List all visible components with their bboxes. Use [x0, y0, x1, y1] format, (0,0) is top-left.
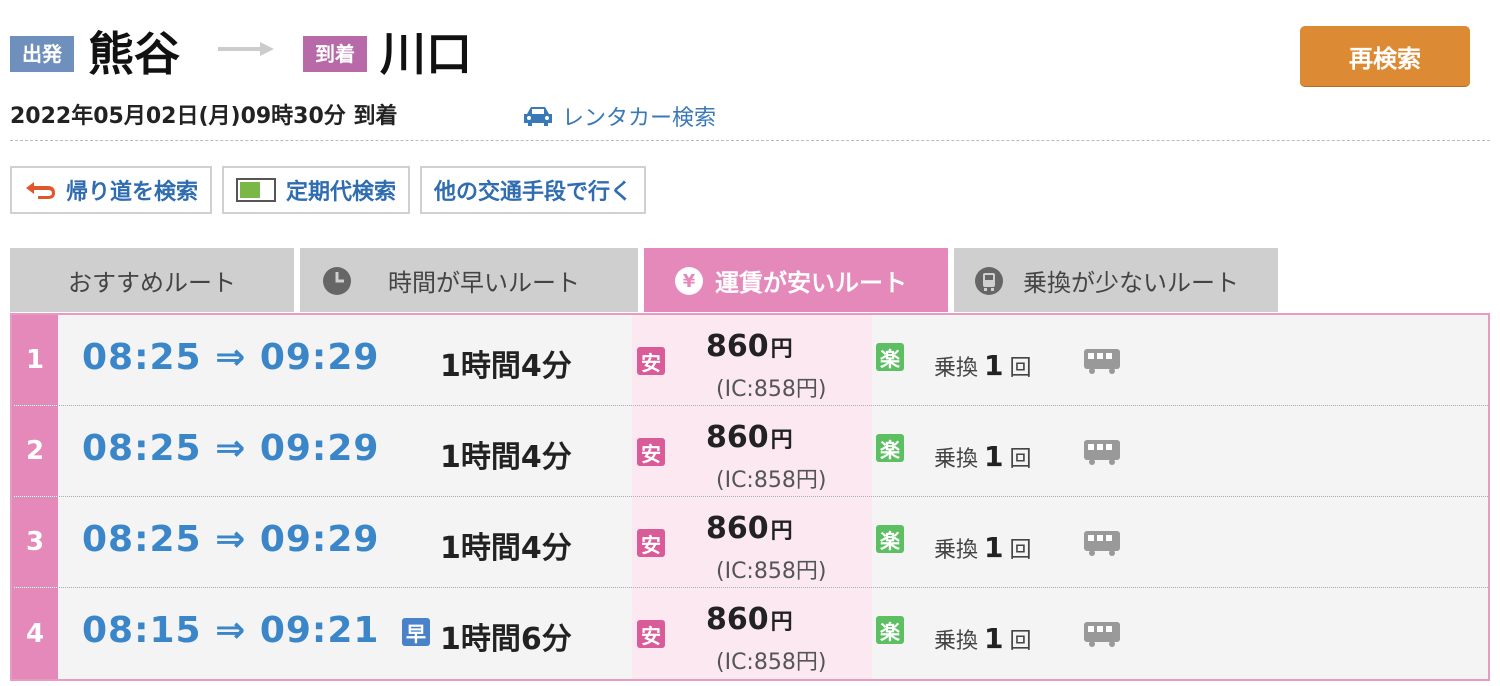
transfer-count: 乗換 1 回 — [934, 349, 1032, 382]
fare-unit: 円 — [770, 519, 793, 544]
route-fare: 860円 — [706, 329, 793, 364]
route-times[interactable]: 08:15 ⇒ 09:21 — [82, 610, 379, 651]
route-number: 4 — [12, 588, 58, 679]
route-fare: 860円 — [706, 511, 793, 546]
route-row[interactable]: 2 08:25 ⇒ 09:29 1時間4分 安 860円 (IC:858円) 楽… — [12, 406, 1488, 497]
commuter-pass-button[interactable]: 定期代検索 — [222, 166, 411, 214]
right-arrow-icon — [218, 42, 274, 56]
fare-unit: 円 — [770, 610, 793, 635]
svg-text:¥: ¥ — [683, 271, 696, 292]
route-times[interactable]: 08:25 ⇒ 09:29 — [82, 519, 379, 560]
clock-icon — [323, 267, 351, 295]
cheap-badge-icon: 安 — [637, 347, 665, 375]
transfer-number: 1 — [984, 349, 1004, 382]
route-row[interactable]: 3 08:25 ⇒ 09:29 1時間4分 安 860円 (IC:858円) 楽… — [12, 497, 1488, 588]
easy-badge-icon: 楽 — [876, 616, 904, 644]
train-icon — [1084, 622, 1120, 647]
transfer-unit: 回 — [1009, 447, 1032, 472]
commuter-pass-label: 定期代検索 — [286, 180, 397, 205]
tab-label: 運賃が安いルート — [715, 268, 907, 297]
search-summary-header: 出発 熊谷 到着 川口 再検索 2022年05月02日(月)09時30分 到着 … — [0, 0, 1500, 141]
route-sort-tabs: おすすめルート 時間が早いルート ¥ 運賃が安いルート 乗換が少ないルート — [10, 248, 1284, 312]
return-route-label: 帰り道を検索 — [66, 180, 199, 205]
return-arrow-icon — [24, 180, 56, 200]
rental-car-link[interactable]: レンタカー検索 — [522, 100, 716, 132]
fare-value: 860 — [706, 329, 769, 364]
ic-fare: (IC:858円) — [716, 650, 827, 675]
cheap-badge-icon: 安 — [637, 529, 665, 557]
route-duration: 1時間4分 — [440, 440, 572, 475]
easy-badge-icon: 楽 — [876, 343, 904, 371]
route-duration: 1時間6分 — [440, 622, 572, 657]
tab-recommended[interactable]: おすすめルート — [10, 248, 294, 312]
arrival-tag: 到着 — [303, 36, 367, 72]
ic-fare: (IC:858円) — [716, 559, 827, 584]
transfer-number: 1 — [984, 622, 1004, 655]
route-results-table: 1 08:25 ⇒ 09:29 1時間4分 安 860円 (IC:858円) 楽… — [10, 313, 1490, 681]
arrival-station: 川口 — [380, 27, 472, 81]
car-icon — [524, 107, 552, 126]
cheap-badge-icon: 安 — [637, 438, 665, 466]
route-fare: 860円 — [706, 602, 793, 637]
search-datetime: 2022年05月02日(月)09時30分 到着 — [10, 104, 398, 129]
tab-cheapest[interactable]: ¥ 運賃が安いルート — [644, 248, 948, 312]
transfer-count: 乗換 1 回 — [934, 440, 1032, 473]
departure-station: 熊谷 — [88, 27, 180, 81]
tab-label: 時間が早いルート — [388, 268, 580, 297]
action-buttons: 帰り道を検索 定期代検索 他の交通手段で行く — [10, 166, 656, 214]
transfer-label: 乗換 — [934, 447, 979, 472]
fare-value: 860 — [706, 420, 769, 455]
return-route-button[interactable]: 帰り道を検索 — [10, 166, 213, 214]
tab-label: おすすめルート — [68, 268, 236, 297]
fare-value: 860 — [706, 602, 769, 637]
route-times[interactable]: 08:25 ⇒ 09:29 — [82, 337, 379, 378]
route-duration: 1時間4分 — [440, 349, 572, 384]
early-badge-icon: 早 — [402, 618, 430, 646]
research-button[interactable]: 再検索 — [1300, 26, 1470, 86]
transfer-label: 乗換 — [934, 629, 979, 654]
transfer-count: 乗換 1 回 — [934, 622, 1032, 655]
other-transport-button[interactable]: 他の交通手段で行く — [420, 166, 647, 214]
transfer-number: 1 — [984, 440, 1004, 473]
transfer-unit: 回 — [1009, 629, 1032, 654]
route-fare: 860円 — [706, 420, 793, 455]
tab-fewest-transfers[interactable]: 乗換が少ないルート — [954, 248, 1278, 312]
train-icon — [1084, 531, 1120, 556]
train-front-icon — [975, 267, 1003, 295]
transfer-count: 乗換 1 回 — [934, 531, 1032, 564]
route-number: 1 — [12, 315, 58, 405]
fare-value: 860 — [706, 511, 769, 546]
tab-label: 乗換が少ないルート — [1023, 268, 1239, 297]
commuter-pass-icon — [236, 178, 277, 202]
fare-unit: 円 — [770, 428, 793, 453]
train-icon — [1084, 440, 1120, 465]
transfer-label: 乗換 — [934, 356, 979, 381]
fare-unit: 円 — [770, 337, 793, 362]
ic-fare: (IC:858円) — [716, 377, 827, 402]
transfer-label: 乗換 — [934, 538, 979, 563]
transfer-number: 1 — [984, 531, 1004, 564]
rental-car-label: レンタカー検索 — [562, 106, 717, 131]
divider — [10, 140, 1490, 141]
route-row[interactable]: 1 08:25 ⇒ 09:29 1時間4分 安 860円 (IC:858円) 楽… — [12, 315, 1488, 406]
ic-fare: (IC:858円) — [716, 468, 827, 493]
transfer-unit: 回 — [1009, 356, 1032, 381]
tab-fastest[interactable]: 時間が早いルート — [300, 248, 638, 312]
easy-badge-icon: 楽 — [876, 525, 904, 553]
other-transport-label: 他の交通手段で行く — [434, 180, 633, 205]
easy-badge-icon: 楽 — [876, 434, 904, 462]
cheap-badge-icon: 安 — [637, 620, 665, 648]
train-icon — [1084, 349, 1120, 374]
transfer-unit: 回 — [1009, 538, 1032, 563]
route-times[interactable]: 08:25 ⇒ 09:29 — [82, 428, 379, 469]
route-number: 3 — [12, 497, 58, 587]
departure-tag: 出発 — [10, 36, 74, 72]
yen-icon: ¥ — [675, 267, 703, 295]
route-duration: 1時間4分 — [440, 531, 572, 566]
route-row[interactable]: 4 08:15 ⇒ 09:21 早 1時間6分 安 860円 (IC:858円)… — [12, 588, 1488, 679]
route-number: 2 — [12, 406, 58, 496]
